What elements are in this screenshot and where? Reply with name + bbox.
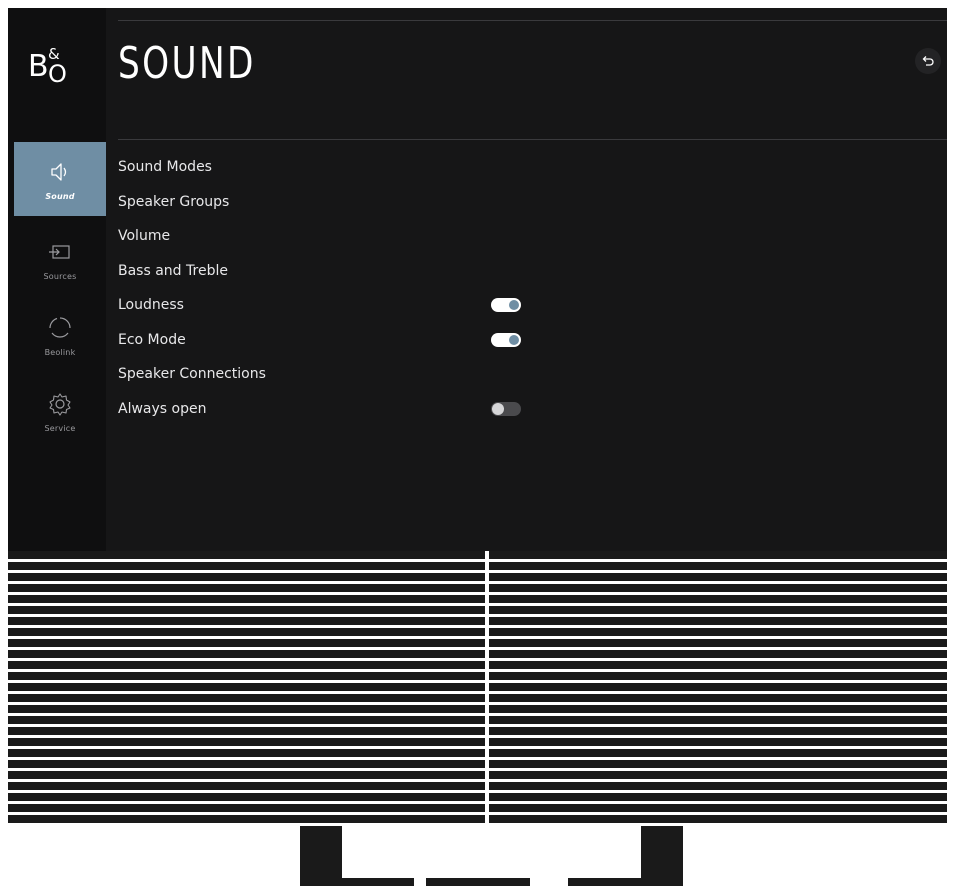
sidebar-item-label: Service <box>44 423 76 433</box>
menu-item-label: Eco Mode <box>118 331 186 348</box>
menu-item-sound-modes[interactable]: Sound Modes <box>118 150 638 185</box>
loudness-toggle[interactable] <box>491 298 521 312</box>
menu-item-eco-mode[interactable]: Eco Mode <box>118 323 638 358</box>
bo-logo: B & O <box>24 38 90 90</box>
back-arrow-icon <box>922 56 934 66</box>
menu-item-bass-treble[interactable]: Bass and Treble <box>118 254 638 289</box>
input-icon <box>49 244 70 259</box>
svg-text:O: O <box>48 60 67 88</box>
sidebar-item-beolink[interactable]: Beolink <box>14 298 106 372</box>
sidebar-item-label: Beolink <box>44 347 76 357</box>
gear-icon <box>49 392 71 416</box>
content-divider <box>118 139 947 140</box>
menu-item-label: Loudness <box>118 297 184 314</box>
menu-item-label: Bass and Treble <box>118 262 228 279</box>
menu-item-label: Speaker Groups <box>118 193 230 210</box>
menu-item-loudness[interactable]: Loudness <box>118 288 638 323</box>
toggle-knob <box>509 334 519 345</box>
tv-device: B & O Sound Sources Beolink Service SOUN… <box>0 0 955 886</box>
sidebar-item-service[interactable]: Service <box>14 374 106 448</box>
stand-base-right <box>568 878 683 886</box>
sidebar-item-sources[interactable]: Sources <box>14 222 106 296</box>
menu-item-volume[interactable]: Volume <box>118 219 638 254</box>
menu-item-always-open[interactable]: Always open <box>118 392 638 427</box>
menu-item-speaker-groups[interactable]: Speaker Groups <box>118 185 638 220</box>
header-divider <box>118 20 947 21</box>
menu-item-speaker-connections[interactable]: Speaker Connections <box>118 357 638 392</box>
svg-text:B: B <box>28 49 49 84</box>
page-title: SOUND <box>118 38 256 89</box>
menu-item-label: Speaker Connections <box>118 366 266 383</box>
back-button[interactable] <box>915 48 941 74</box>
stand-leg-left <box>300 826 342 882</box>
sound-menu: Sound Modes Speaker Groups Volume Bass a… <box>118 150 638 426</box>
bo-logo-mark: B & O <box>28 45 67 88</box>
stand-base-center <box>426 878 530 886</box>
grille-divider <box>485 551 489 826</box>
toggle-knob <box>509 300 519 310</box>
sidebar: B & O Sound Sources Beolink Service <box>8 8 106 551</box>
tv-screen: B & O Sound Sources Beolink Service SOUN… <box>8 8 947 551</box>
menu-item-label: Always open <box>118 400 207 417</box>
sidebar-item-label: Sources <box>43 271 77 281</box>
speaker-icon <box>51 162 67 181</box>
menu-item-label: Volume <box>118 228 171 245</box>
sidebar-item-sound[interactable]: Sound <box>14 142 106 216</box>
stand-leg-right <box>641 826 683 882</box>
always-open-toggle[interactable] <box>491 401 521 416</box>
toggle-knob <box>492 402 504 415</box>
beolink-icon <box>49 316 71 338</box>
menu-item-label: Sound Modes <box>118 159 212 176</box>
sidebar-item-label: Sound <box>45 191 75 201</box>
speaker-grille <box>8 551 947 826</box>
eco-mode-toggle[interactable] <box>491 332 521 347</box>
stand-base-left <box>300 878 414 886</box>
